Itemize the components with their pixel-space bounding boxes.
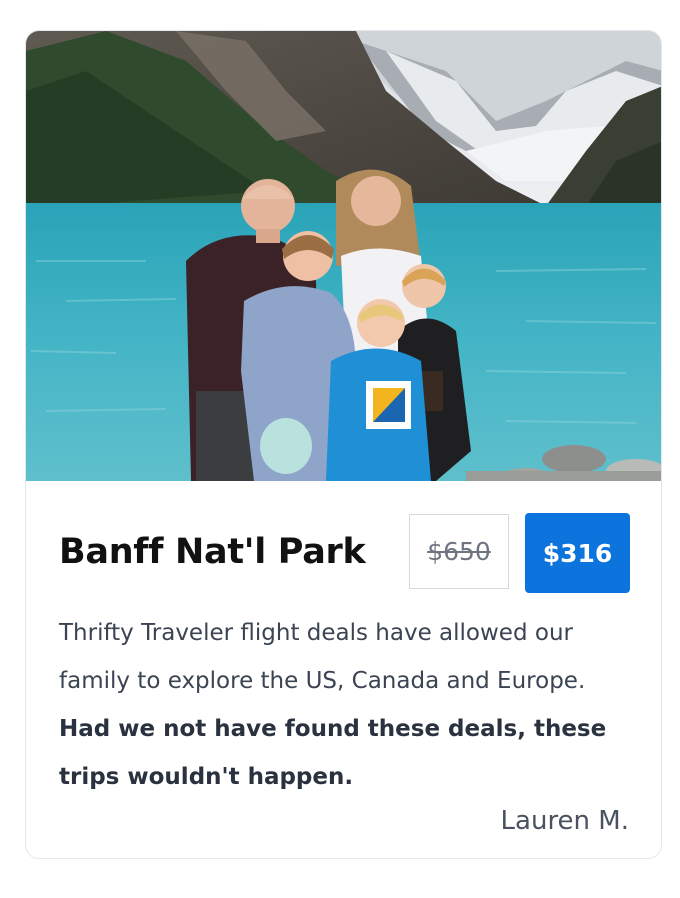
testimonial-emphasis: Had we not have found these deals, these… [59,716,607,790]
testimonial-regular: Thrifty Traveler flight deals have allow… [59,620,586,694]
testimonial-text: Thrifty Traveler flight deals have allow… [59,609,619,801]
original-price: $650 [409,514,509,589]
testimonial-author: Lauren M. [500,806,629,836]
deal-price-badge[interactable]: $316 [525,513,630,593]
deal-testimonial-card[interactable]: Banff Nat'l Park $650 $316 Thrifty Trave… [25,30,662,859]
title-row: Banff Nat'l Park $650 $316 [59,513,631,593]
destination-photo [26,31,661,481]
destination-title: Banff Nat'l Park [59,532,366,572]
